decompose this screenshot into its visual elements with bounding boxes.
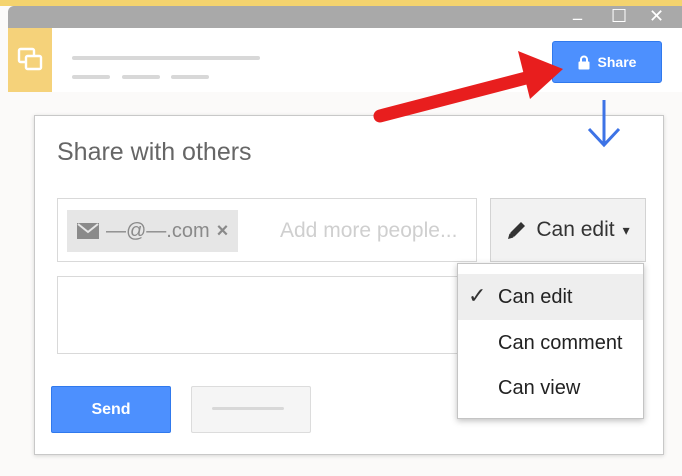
annotation-overlay: [373, 51, 621, 148]
red-arrow-annotation: [373, 51, 563, 123]
blue-down-arrow-annotation: [587, 100, 621, 148]
